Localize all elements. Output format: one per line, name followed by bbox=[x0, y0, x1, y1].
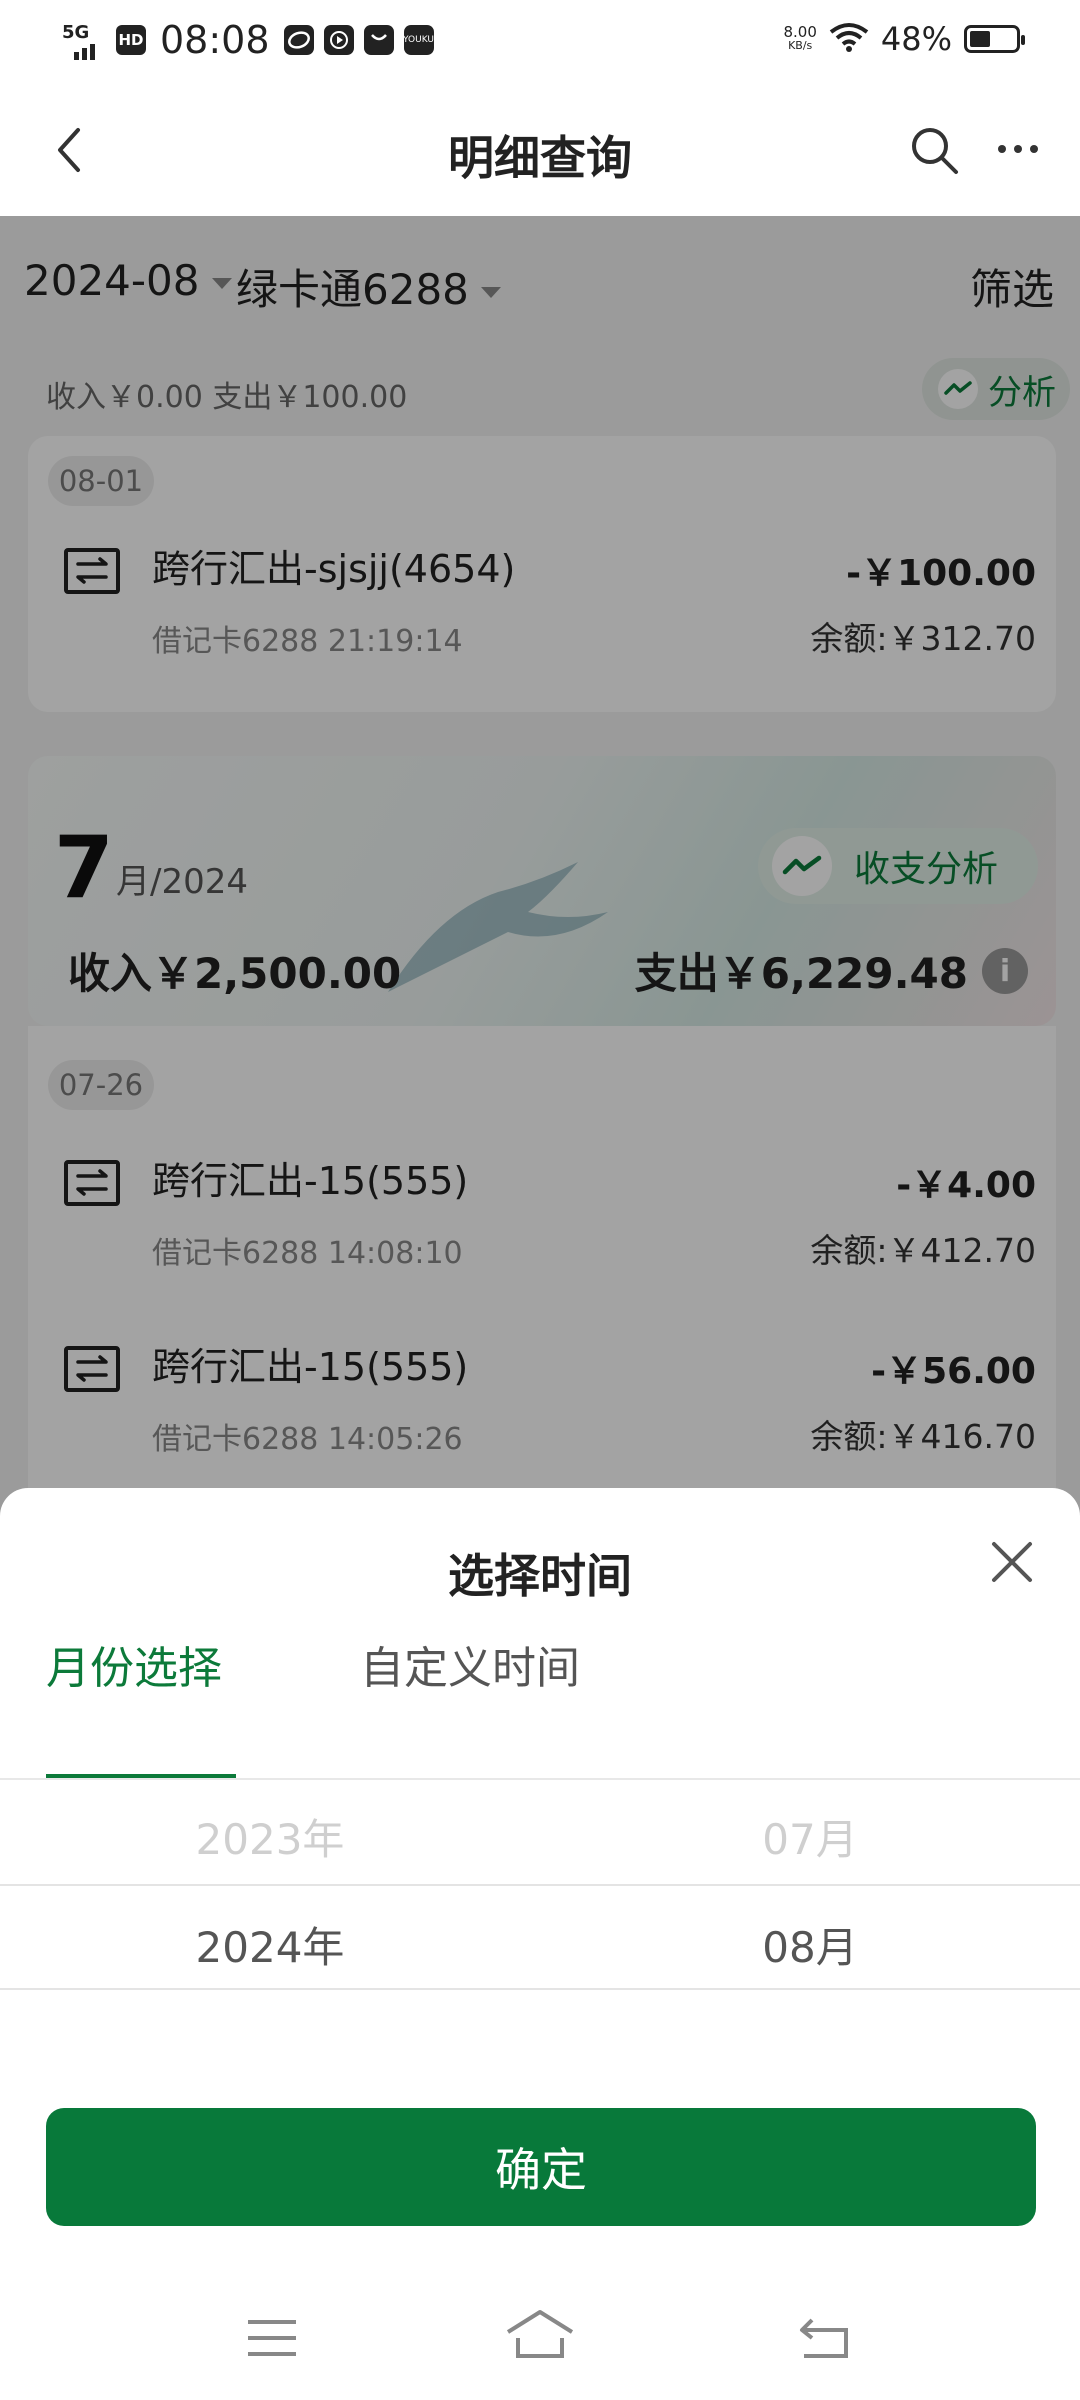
picker-month-selected[interactable]: 08月 bbox=[540, 1914, 1080, 1975]
recent-apps-button[interactable] bbox=[246, 2316, 298, 2360]
picker-row-selected[interactable]: 2024年 08月 bbox=[0, 1884, 1080, 1990]
battery-icon bbox=[964, 25, 1025, 53]
sheet-title: 选择时间 bbox=[448, 1549, 632, 1603]
notification-app-icon bbox=[283, 25, 314, 55]
search-button[interactable] bbox=[906, 122, 962, 178]
close-button[interactable] bbox=[984, 1534, 1040, 1590]
confirm-button[interactable]: 确定 bbox=[46, 2108, 1036, 2226]
home-button[interactable] bbox=[504, 2308, 576, 2364]
video-app-icon bbox=[323, 25, 354, 55]
close-icon bbox=[992, 1542, 1032, 1582]
tab-month-select[interactable]: 月份选择 bbox=[46, 1632, 222, 1696]
menu-icon bbox=[248, 2320, 296, 2356]
more-icon bbox=[998, 145, 1038, 153]
hd-icon: HD bbox=[116, 25, 146, 55]
signal-icon: 5G bbox=[60, 20, 106, 60]
wifi-icon bbox=[829, 22, 869, 56]
picker-month[interactable]: 07月 bbox=[540, 1806, 1080, 1867]
battery-percent: 48% bbox=[880, 20, 952, 58]
back-nav-button[interactable] bbox=[796, 2312, 852, 2362]
back-arrow-icon bbox=[800, 2318, 848, 2358]
picker-year[interactable]: 2023年 bbox=[0, 1806, 540, 1867]
time-picker-sheet: 选择时间 月份选择 自定义时间 2023年 07月 2024年 08月 确定 bbox=[0, 1488, 1080, 2400]
tab-custom-time[interactable]: 自定义时间 bbox=[360, 1632, 580, 1696]
status-bar: 5G HD 08:08 YOUKU 8.00 KB/s 48% bbox=[0, 0, 1080, 84]
nav-header: 明细查询 bbox=[0, 84, 1080, 216]
status-time: 08:08 bbox=[160, 18, 270, 62]
picker-year-selected[interactable]: 2024年 bbox=[0, 1914, 540, 1975]
shop-app-icon bbox=[363, 25, 394, 55]
home-icon bbox=[506, 2310, 574, 2358]
system-navigation-bar bbox=[0, 2268, 1080, 2400]
youku-app-icon: YOUKU bbox=[403, 25, 434, 55]
more-button[interactable] bbox=[990, 124, 1046, 174]
network-speed: 8.00 KB/s bbox=[783, 23, 817, 53]
search-icon bbox=[912, 128, 958, 174]
picker-row[interactable]: 2023年 07月 bbox=[0, 1778, 1080, 1884]
